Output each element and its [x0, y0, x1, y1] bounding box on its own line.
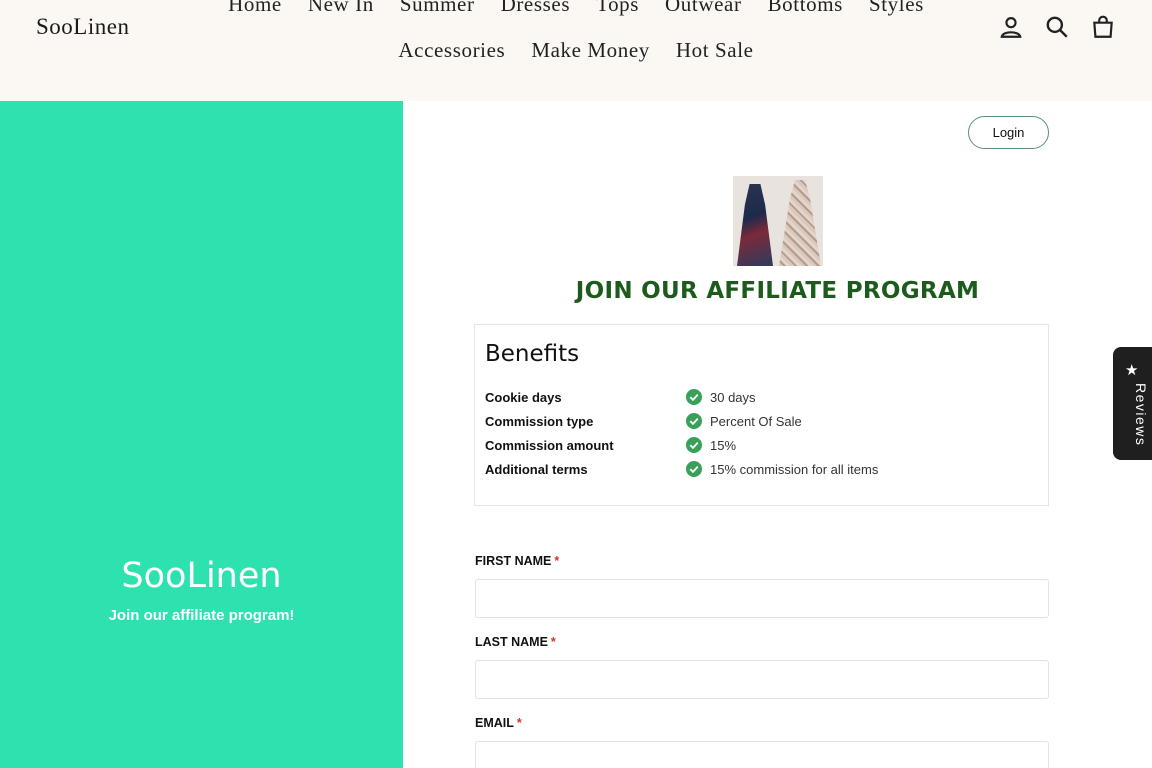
nav-link-summer[interactable]: Summer: [400, 0, 475, 17]
site-logo[interactable]: SooLinen: [36, 14, 129, 40]
benefit-row: Additional terms 15% commission for all …: [485, 461, 1045, 482]
dress-image-1: [737, 184, 773, 266]
benefit-key: Commission amount: [485, 438, 614, 453]
check-circle-icon: [686, 461, 702, 477]
nav-link-outwear[interactable]: Outwear: [665, 0, 742, 17]
page-heading: JOIN OUR AFFILIATE PROGRAM: [575, 278, 980, 304]
benefit-value: Percent Of Sale: [710, 414, 802, 429]
required-marker: *: [554, 554, 560, 568]
first-name-label-text: FIRST NAME: [475, 554, 552, 568]
header-icons: [998, 14, 1116, 40]
nav-link-accessories[interactable]: Accessories: [398, 38, 505, 63]
main-nav-row-2: Accessories Make Money Hot Sale: [0, 38, 1152, 63]
nav-link-home[interactable]: Home: [228, 0, 282, 17]
benefit-value: 15%: [710, 438, 737, 453]
benefit-key: Additional terms: [485, 462, 588, 477]
first-name-label: FIRST NAME *: [475, 554, 559, 568]
check-circle-icon: [686, 413, 702, 429]
nav-link-bottoms[interactable]: Bottoms: [768, 0, 843, 17]
reviews-tab-label: Reviews: [1133, 383, 1149, 447]
last-name-label: LAST NAME *: [475, 635, 556, 649]
cart-icon[interactable]: [1090, 14, 1116, 40]
nav-link-styles[interactable]: Styles: [869, 0, 924, 17]
last-name-field[interactable]: [475, 660, 1049, 699]
reviews-tab[interactable]: ★ Reviews: [1113, 347, 1152, 460]
side-panel-title: SooLinen: [121, 556, 282, 596]
benefit-key: Commission type: [485, 414, 594, 429]
email-label-text: EMAIL: [475, 716, 514, 730]
account-icon[interactable]: [998, 14, 1024, 40]
benefit-row: Cookie days 30 days: [485, 389, 1045, 410]
first-name-field[interactable]: [475, 579, 1049, 618]
site-header: SooLinen Home New In Summer Dresses Tops…: [0, 0, 1152, 101]
affiliate-side-panel: SooLinen Join our affiliate program!: [0, 101, 403, 768]
nav-link-hot-sale[interactable]: Hot Sale: [676, 38, 754, 63]
benefit-key: Cookie days: [485, 390, 562, 405]
search-icon[interactable]: [1044, 14, 1070, 40]
last-name-label-text: LAST NAME: [475, 635, 548, 649]
star-icon: ★: [1125, 362, 1139, 379]
email-label: EMAIL *: [475, 716, 522, 730]
benefit-row: Commission amount 15%: [485, 437, 1045, 458]
benefits-card: Benefits Cookie days 30 days Commission …: [474, 324, 1049, 506]
benefits-title: Benefits: [485, 341, 580, 367]
side-panel-subtitle: Join our affiliate program!: [108, 607, 295, 624]
required-marker: *: [516, 716, 522, 730]
nav-link-tops[interactable]: Tops: [596, 0, 639, 17]
benefit-value: 30 days: [710, 390, 756, 405]
check-circle-icon: [686, 437, 702, 453]
nav-link-new-in[interactable]: New In: [308, 0, 374, 17]
email-field[interactable]: [475, 741, 1049, 768]
required-marker: *: [550, 635, 556, 649]
main-nav-row-1: Home New In Summer Dresses Tops Outwear …: [0, 0, 1152, 17]
nav-link-make-money[interactable]: Make Money: [531, 38, 650, 63]
check-circle-icon: [686, 389, 702, 405]
benefit-value: 15% commission for all items: [710, 462, 879, 477]
login-button[interactable]: Login: [968, 116, 1049, 149]
dress-image-2: [779, 180, 821, 266]
affiliate-program-image: [733, 176, 823, 266]
nav-link-dresses[interactable]: Dresses: [501, 0, 571, 17]
benefit-row: Commission type Percent Of Sale: [485, 413, 1045, 434]
